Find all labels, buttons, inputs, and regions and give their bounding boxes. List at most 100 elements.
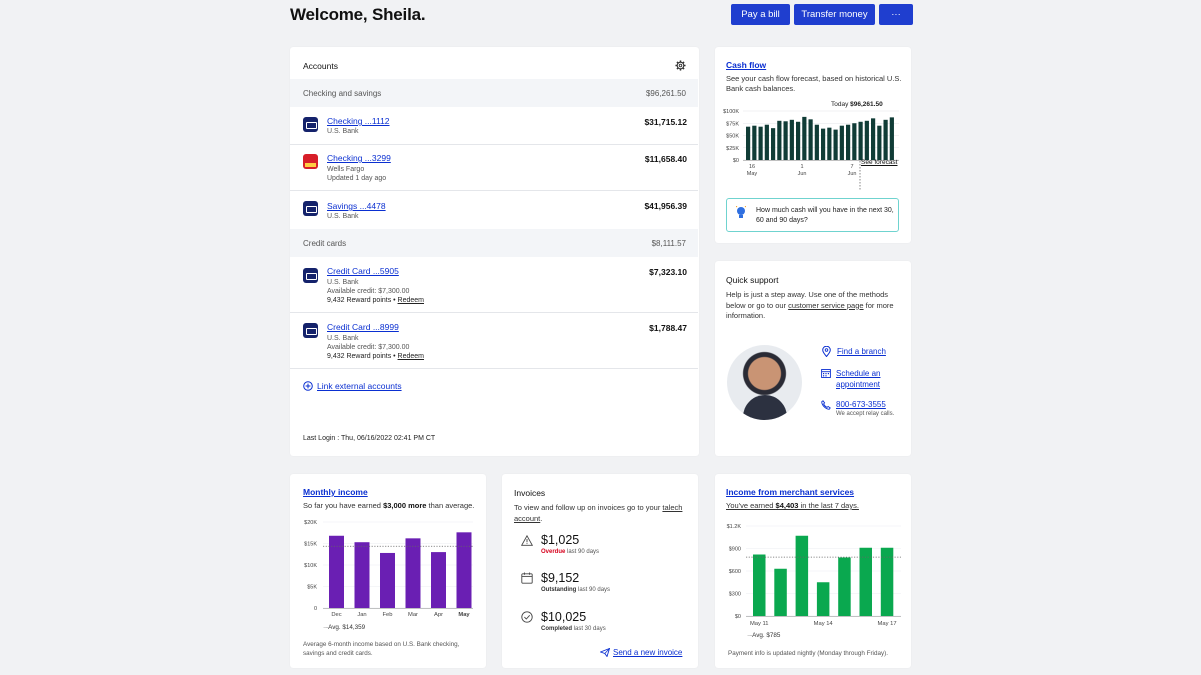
support-agent-photo [727,345,802,420]
merchant-income-bar [880,547,894,616]
reward-points-text: 9,432 Reward points • [327,297,398,304]
cash-flow-bar [789,119,794,160]
gear-icon[interactable] [675,60,686,71]
account-bank: U.S. Bank [327,128,359,135]
x-tick-label: Apr [434,612,443,618]
y-tick-label: $10K [304,563,317,569]
invoices-card: Invoices To view and follow up on invoic… [502,474,698,668]
location-pin-icon [822,346,831,357]
account-link-savings-4478[interactable]: Savings ...4478 [327,201,386,211]
invoice-status-label: Completed [541,626,573,632]
more-options-button[interactable]: ··· [879,4,913,25]
account-link-checking-3299[interactable]: Checking ...3299 [327,153,391,163]
forecast-prompt-box[interactable]: How much cash will you have in the next … [726,198,899,232]
invoice-status: Overdue last 90 days [541,549,599,555]
redeem-link[interactable]: Redeem [398,297,424,304]
monthly-income-bar [380,552,395,608]
cash-flow-bar [771,128,776,160]
invoices-desc-1: To view and follow up on invoices go to … [514,503,663,512]
monthly-income-chart: $20K $15K $10K $5K 0 Dec Jan Feb Mar Apr May [304,520,473,618]
merchant-income-title[interactable]: Income from merchant services [726,487,854,497]
monthly-income-title[interactable]: Monthly income [303,487,368,497]
y-tick-label: $20K [304,520,317,526]
warning-icon [521,535,533,546]
account-link-credit-5905[interactable]: Credit Card ...5905 [327,266,399,276]
account-link-credit-8999[interactable]: Credit Card ...8999 [327,322,399,332]
cash-flow-title[interactable]: Cash flow [726,60,766,70]
merchant-income-bar [859,547,872,616]
y-tick-label: 0 [314,606,317,612]
invoice-amount: $9,152 [541,571,580,585]
y-tick-label: $900 [729,547,741,553]
pay-bill-button[interactable]: Pay a bill [731,4,790,25]
transfer-money-button[interactable]: Transfer money [794,4,875,25]
x-tick-label: 7 [850,164,853,170]
account-balance: $41,956.39 [644,201,687,211]
cash-flow-bar [783,121,788,160]
customer-service-link[interactable]: customer service page [788,301,863,310]
y-tick-label: $0 [735,614,741,620]
invoice-status-label: Outstanding [541,587,577,593]
y-tick-label: $75K [726,121,739,127]
monthly-income-bar [456,532,472,608]
cash-flow-bar [777,120,782,160]
invoices-description: To view and follow up on invoices go to … [514,503,690,524]
accounts-title: Accounts [303,61,338,71]
cash-flow-bar [808,119,813,160]
merchant-desc-2: in the last 7 days. [798,501,859,510]
cash-flow-bar [864,120,869,160]
find-branch-link[interactable]: Find a branch [837,347,886,356]
plus-circle-icon[interactable] [303,381,313,391]
invoice-amount: $10,025 [541,610,587,624]
merchant-income-chart: $1.2K $900 $600 $300 $0 May 11 May 14 May 17 [727,524,901,627]
monthly-income-description: So far you have earned $3,000 more than … [303,501,474,510]
usbank-logo-icon [303,201,318,216]
y-tick-label: $50K [726,134,739,140]
see-forecast-link[interactable]: See forecast [861,159,898,166]
relay-calls-note: We accept relay calls. [836,411,895,417]
cash-flow-bar [883,119,888,160]
calendar-icon [821,369,831,378]
send-invoice-link[interactable]: Send a new invoice [613,648,682,657]
accounts-card: Accounts Checking and savings $96,261.50… [290,47,699,456]
account-bank: Wells Fargo [327,166,365,173]
cash-flow-bar [752,125,757,160]
invoice-period: last 90 days [576,587,611,593]
merchant-income-card: Income from merchant services You've ear… [715,474,911,668]
forecast-prompt-text: How much cash will you have in the next … [756,207,894,224]
cash-flow-bar [858,121,863,160]
x-tick-label: Feb [383,612,393,618]
invoice-status: Outstanding last 90 days [541,587,610,593]
phone-link[interactable]: 800-673-3555 [836,400,886,409]
y-tick-label: $15K [304,542,317,548]
section-label: Checking and savings [303,89,382,98]
monthly-income-bar [354,542,370,608]
merchant-income-bar [753,554,766,616]
x-tick-label: Jan [357,612,366,618]
invoices-title: Invoices [514,488,546,498]
monthly-desc-bold: $3,000 more [383,501,427,510]
monthly-average-text: Avg. $14,359 [328,624,366,631]
section-total: $8,111.57 [651,239,686,248]
check-circle-icon [521,611,533,623]
divider [290,190,698,191]
divider [290,312,698,313]
monthly-desc-1: So far you have earned [303,501,384,510]
schedule-appointment-link[interactable]: Schedule an appointment [836,369,896,390]
y-tick-label: $1.2K [727,524,742,530]
cash-flow-description: See your cash flow forecast, based on hi… [726,74,902,93]
invoice-amount: $1,025 [541,533,580,547]
merchant-average-label: ···· Avg. $785 [747,632,780,639]
cash-flow-bar [802,116,807,160]
cash-flow-bar [846,124,851,160]
merchant-income-bar [816,582,830,616]
cash-flow-bar [871,118,876,160]
merchant-average-text: Avg. $785 [752,632,781,639]
link-external-accounts[interactable]: Link external accounts [317,381,402,391]
cash-flow-bar [827,127,832,160]
cash-flow-bar [839,125,844,160]
account-link-checking-1112[interactable]: Checking ...1112 [327,116,390,126]
divider [290,368,698,369]
monthly-income-bar [405,538,421,608]
redeem-link[interactable]: Redeem [398,353,424,360]
